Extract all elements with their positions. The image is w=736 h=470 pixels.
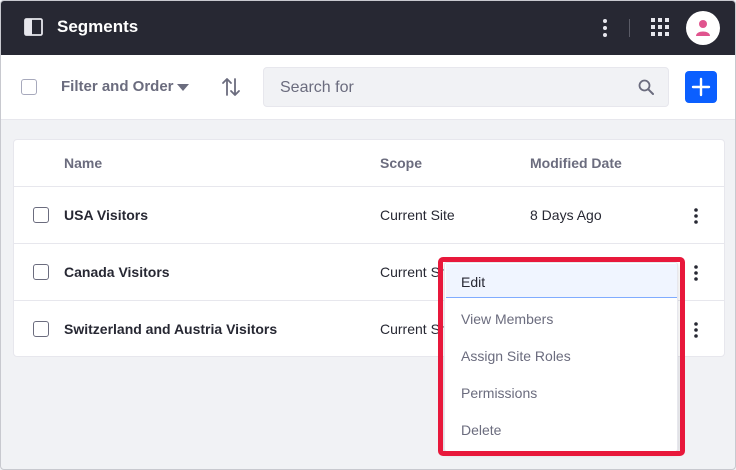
- sort-order-icon[interactable]: [220, 76, 242, 98]
- management-toolbar: Filter and Order Search for: [1, 55, 735, 120]
- segment-modified-date: 8 Days Ago: [530, 207, 602, 223]
- user-avatar[interactable]: [686, 11, 720, 45]
- search-placeholder: Search for: [280, 79, 354, 96]
- plus-icon: [691, 77, 711, 97]
- row-checkbox[interactable]: [33, 321, 49, 337]
- apps-grid-icon[interactable]: [651, 18, 669, 36]
- menu-item-delete[interactable]: Delete: [446, 412, 677, 446]
- filter-and-order-button[interactable]: Filter and Order: [61, 78, 174, 95]
- row-actions-dropdown: Edit View Members Assign Site Roles Perm…: [444, 262, 678, 452]
- caret-down-icon[interactable]: [177, 84, 189, 91]
- user-icon: [696, 20, 710, 36]
- row-checkbox[interactable]: [33, 264, 49, 280]
- menu-item-permissions[interactable]: Permissions: [446, 375, 677, 409]
- more-options-icon[interactable]: [597, 17, 613, 39]
- column-header-modified-date[interactable]: Modified Date: [530, 155, 622, 171]
- search-input[interactable]: Search for: [263, 67, 669, 107]
- segment-name[interactable]: Switzerland and Austria Visitors: [64, 321, 277, 337]
- segment-name[interactable]: Canada Visitors: [64, 264, 170, 280]
- search-icon[interactable]: [638, 79, 654, 95]
- topbar-divider: [629, 19, 630, 37]
- menu-item-view-members[interactable]: View Members: [446, 301, 677, 335]
- page-title: Segments: [57, 17, 139, 36]
- segment-scope: Current Site: [380, 207, 455, 223]
- app-window: Segments Filter and Order Search for Nam…: [0, 0, 736, 470]
- row-actions-icon[interactable]: [690, 206, 702, 226]
- row-actions-icon[interactable]: [690, 320, 702, 340]
- segment-name[interactable]: USA Visitors: [64, 207, 148, 223]
- select-all-checkbox[interactable]: [21, 79, 37, 95]
- top-navigation-bar: Segments: [1, 1, 735, 55]
- row-actions-icon[interactable]: [690, 263, 702, 283]
- sidebar-toggle-icon[interactable]: [24, 18, 43, 36]
- column-header-scope[interactable]: Scope: [380, 155, 422, 171]
- add-segment-button[interactable]: [685, 71, 717, 103]
- column-header-name[interactable]: Name: [64, 155, 102, 171]
- row-checkbox[interactable]: [33, 207, 49, 223]
- menu-item-edit[interactable]: Edit: [446, 264, 677, 298]
- table-row[interactable]: USA Visitors Current Site 8 Days Ago: [14, 186, 724, 243]
- menu-item-assign-site-roles[interactable]: Assign Site Roles: [446, 338, 677, 372]
